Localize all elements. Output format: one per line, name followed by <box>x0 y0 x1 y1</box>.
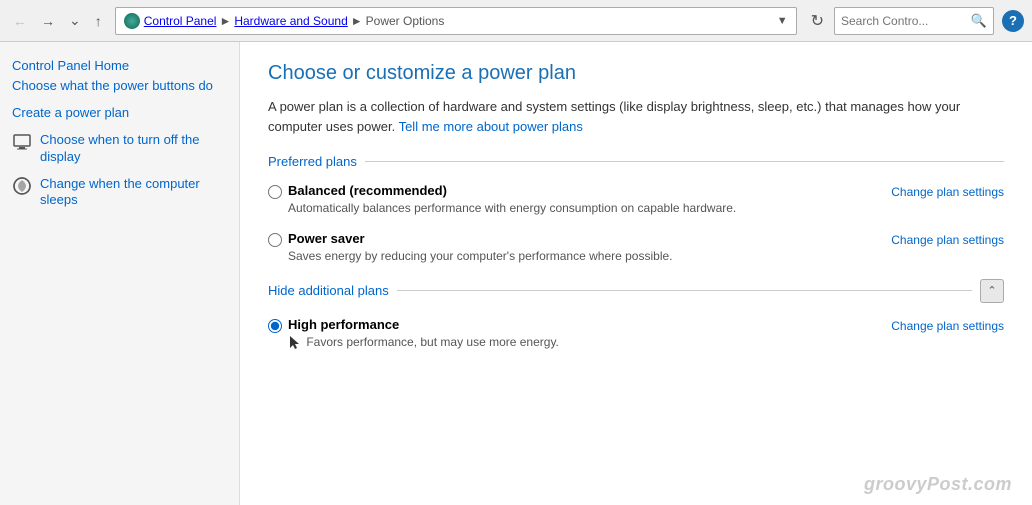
sidebar-item-turn-off-display[interactable]: Choose when to turn off the display <box>12 127 227 171</box>
preferred-plans-divider <box>365 161 1004 162</box>
monitor-icon <box>12 132 32 152</box>
plan-option-high-performance: High performance Favors performance, but… <box>268 317 1004 351</box>
recent-pages-button[interactable]: ⌄ <box>64 8 86 33</box>
learn-more-link[interactable]: Tell me more about power plans <box>399 119 583 134</box>
collapse-button[interactable]: ⌃ <box>980 279 1004 303</box>
address-bar: Control Panel ► Hardware and Sound ► Pow… <box>115 7 797 35</box>
plan-radio-balanced[interactable] <box>268 185 282 199</box>
titlebar: ← → ⌄ ↑ Control Panel ► Hardware and Sou… <box>0 0 1032 42</box>
sidebar-nav: Choose what the power buttons do Create … <box>12 73 227 214</box>
search-icon: 🔍 <box>971 13 987 29</box>
breadcrumb-sep-2: ► <box>351 14 363 28</box>
plan-name-high-performance: High performance <box>288 317 875 332</box>
sidebar-link-power-buttons: Choose what the power buttons do <box>12 78 227 95</box>
globe-icon <box>124 13 140 29</box>
plan-settings-link-balanced[interactable]: Change plan settings <box>891 185 1004 199</box>
breadcrumb-sep-1: ► <box>219 14 231 28</box>
plan-radio-power-saver[interactable] <box>268 233 282 247</box>
preferred-plans-label: Preferred plans <box>268 154 357 169</box>
sidebar-item-computer-sleeps[interactable]: Change when the computer sleeps <box>12 171 227 215</box>
preferred-plans-header: Preferred plans <box>268 154 1004 169</box>
breadcrumb-hardware-sound[interactable]: Hardware and Sound <box>234 14 347 28</box>
plan-option-power-saver: Power saver Saves energy by reducing you… <box>268 231 1004 265</box>
plan-radio-high-performance[interactable] <box>268 319 282 333</box>
plan-name-balanced: Balanced (recommended) <box>288 183 875 198</box>
sidebar-home-link[interactable]: Control Panel Home <box>12 58 129 73</box>
watermark: groovyPost.com <box>864 474 1012 495</box>
plan-settings-link-high-performance[interactable]: Change plan settings <box>891 319 1004 333</box>
sidebar: Control Panel Home Choose what the power… <box>0 42 240 505</box>
plan-settings-link-power-saver[interactable]: Change plan settings <box>891 233 1004 247</box>
search-input[interactable] <box>841 14 971 28</box>
plan-info-high-performance: High performance Favors performance, but… <box>288 317 875 351</box>
sidebar-item-create-plan[interactable]: Create a power plan <box>12 100 227 127</box>
hide-additional-plans-label[interactable]: Hide additional plans <box>268 283 389 298</box>
sidebar-item-power-buttons[interactable]: Choose what the power buttons do <box>12 73 227 100</box>
plan-option-balanced: Balanced (recommended) Automatically bal… <box>268 183 1004 217</box>
breadcrumb-current: Power Options <box>366 14 445 28</box>
address-dropdown-arrow[interactable]: ▼ <box>777 15 788 27</box>
hide-additional-plans-section: Hide additional plans ⌃ <box>268 279 1004 303</box>
hide-plans-divider <box>397 290 972 291</box>
sidebar-link-turn-off-display: Choose when to turn off the display <box>40 132 227 166</box>
refresh-button[interactable]: ↻ <box>805 7 830 35</box>
breadcrumb-control-panel[interactable]: Control Panel <box>144 14 217 28</box>
plan-name-power-saver: Power saver <box>288 231 875 246</box>
sidebar-link-create-plan: Create a power plan <box>12 105 227 122</box>
page-title: Choose or customize a power plan <box>268 62 1004 85</box>
main-container: Control Panel Home Choose what the power… <box>0 42 1032 505</box>
plan-info-balanced: Balanced (recommended) Automatically bal… <box>288 183 875 217</box>
up-button[interactable]: ↑ <box>90 9 107 33</box>
search-box: 🔍 <box>834 7 994 35</box>
breadcrumb: Control Panel ► Hardware and Sound ► Pow… <box>144 14 773 28</box>
content-area: Choose or customize a power plan A power… <box>240 42 1032 505</box>
plan-desc-power-saver: Saves energy by reducing your computer's… <box>288 248 875 265</box>
plan-info-power-saver: Power saver Saves energy by reducing you… <box>288 231 875 265</box>
page-description: A power plan is a collection of hardware… <box>268 97 968 136</box>
cursor-icon <box>288 334 300 350</box>
help-button[interactable]: ? <box>1002 10 1024 32</box>
back-button[interactable]: ← <box>8 9 32 33</box>
forward-button[interactable]: → <box>36 9 60 33</box>
plan-desc-high-performance: Favors performance, but may use more ene… <box>288 334 875 351</box>
sleep-icon <box>12 176 32 196</box>
plan-desc-balanced: Automatically balances performance with … <box>288 200 875 217</box>
sidebar-link-computer-sleeps: Change when the computer sleeps <box>40 176 227 210</box>
